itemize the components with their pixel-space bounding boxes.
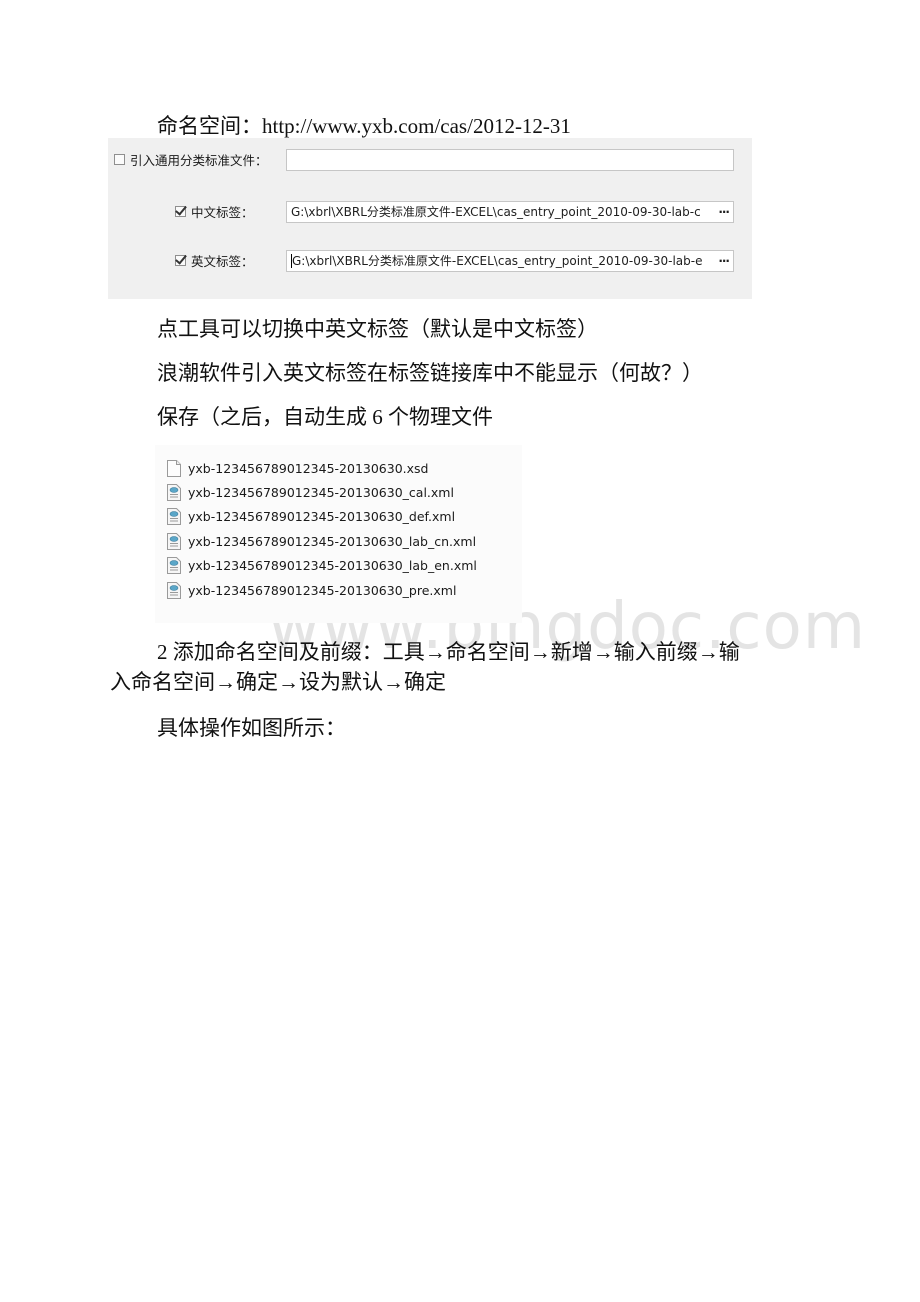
xml-file-icon (167, 532, 181, 550)
file-name: yxb-123456789012345-20130630_lab_cn.xml (188, 533, 477, 549)
chinese-label-checkbox[interactable] (175, 205, 186, 217)
file-name: yxb-123456789012345-20130630_lab_en.xml (188, 558, 477, 574)
xml-file-icon (167, 508, 181, 526)
xml-file-icon (167, 483, 181, 501)
xml-file-icon (167, 557, 181, 575)
blank-file-icon (167, 459, 181, 477)
chinese-label-path-input[interactable]: G:\xbrl\XBRL分类标准原文件-EXCEL\cas_entry_poin… (286, 201, 734, 223)
file-name: yxb-123456789012345-20130630_cal.xml (188, 484, 454, 500)
file-list-item[interactable]: yxb-123456789012345-20130630_def.xml (167, 507, 455, 527)
import-general-label: 引入通用分类标准文件： (130, 152, 268, 168)
para-toggle-labels: 点工具可以切换中英文标签（默认是中文标签） (157, 317, 598, 341)
para-howto: 具体操作如图所示： (157, 716, 346, 740)
english-label-row: 英文标签： (175, 248, 254, 272)
english-label-checkbox[interactable] (175, 254, 186, 266)
label-settings-panel: 引入通用分类标准文件： 中文标签： G:\xbrl\XBRL分类标准原文件-EX… (108, 138, 752, 299)
import-general-row: 引入通用分类标准文件： (114, 147, 268, 171)
chinese-label-row: 中文标签： (175, 199, 254, 223)
import-general-input[interactable] (286, 149, 734, 171)
para-english-label-question: 浪潮软件引入英文标签在标签链接库中不能显示（何故？） (157, 361, 703, 385)
english-label-browse-button[interactable]: ··· (718, 251, 730, 271)
generated-file-list: yxb-123456789012345-20130630.xsd yxb-1234… (155, 445, 522, 623)
file-list-item[interactable]: yxb-123456789012345-20130630.xsd (167, 458, 429, 478)
file-name: yxb-123456789012345-20130630.xsd (188, 460, 429, 476)
xml-file-icon (167, 581, 181, 599)
file-list-item[interactable]: yxb-123456789012345-20130630_lab_cn.xml (167, 531, 476, 551)
file-name: yxb-123456789012345-20130630_pre.xml (188, 582, 457, 598)
para-save: 保存（之后，自动生成 6 个物理文件 (157, 405, 493, 429)
import-general-checkbox[interactable] (114, 153, 125, 165)
file-name: yxb-123456789012345-20130630_def.xml (188, 509, 456, 525)
english-label-path-input[interactable]: G:\xbrl\XBRL分类标准原文件-EXCEL\cas_entry_poin… (286, 250, 734, 272)
file-list-item[interactable]: yxb-123456789012345-20130630_pre.xml (167, 580, 456, 600)
english-label-label: 英文标签： (191, 253, 254, 269)
chinese-label-browse-button[interactable]: ··· (718, 202, 730, 222)
chinese-label-label: 中文标签： (191, 204, 254, 220)
step2-line1: 2 添加命名空间及前缀：工具→命名空间→新增→输入前缀→输 (157, 640, 740, 664)
file-list-item[interactable]: yxb-123456789012345-20130630_cal.xml (167, 482, 454, 502)
step2-line2: 入命名空间→确定→设为默认→确定 (110, 670, 446, 694)
file-list-item[interactable]: yxb-123456789012345-20130630_lab_en.xml (167, 556, 477, 576)
